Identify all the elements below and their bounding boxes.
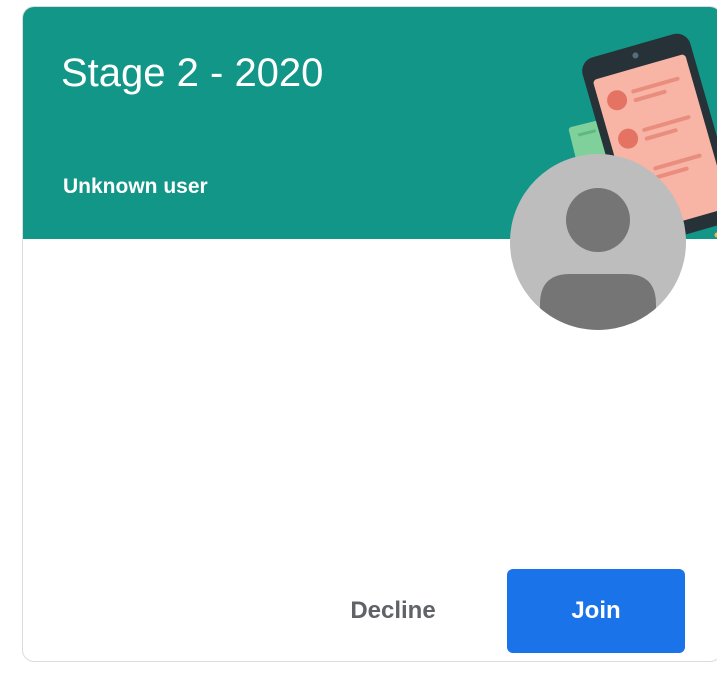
decline-button[interactable]: Decline bbox=[309, 569, 477, 653]
class-invite-card: Stage 2 - 2020 Unknown user Decline Join bbox=[22, 6, 717, 662]
default-avatar-icon bbox=[510, 154, 686, 330]
class-title[interactable]: Stage 2 - 2020 bbox=[61, 51, 323, 95]
card-actions: Decline Join bbox=[23, 569, 717, 653]
owner-avatar bbox=[510, 154, 686, 330]
join-button[interactable]: Join bbox=[507, 569, 685, 653]
class-owner-name: Unknown user bbox=[63, 175, 208, 198]
